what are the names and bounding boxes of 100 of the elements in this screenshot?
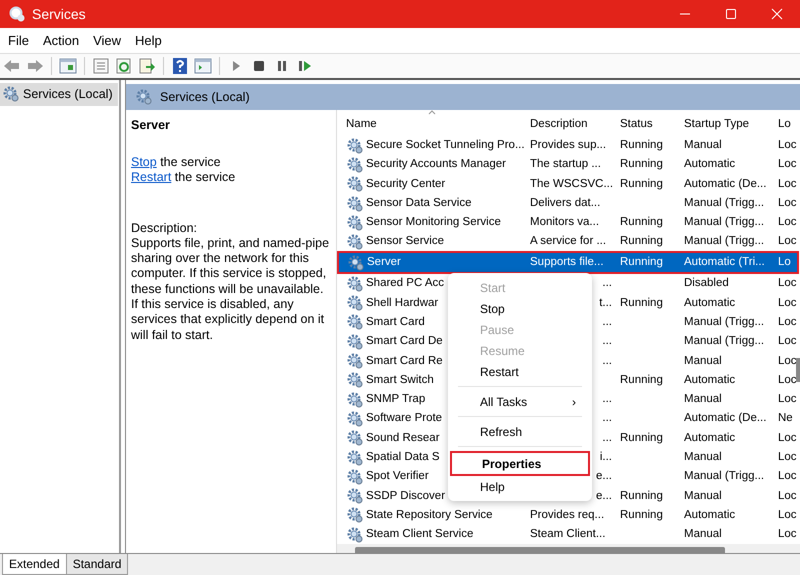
menu-item[interactable]: Refresh [450, 421, 590, 442]
gear-icon [136, 89, 152, 105]
menu-item[interactable]: Properties [450, 451, 590, 476]
service-name: Smart Card Re [366, 354, 443, 369]
table-cell: Manual [684, 354, 722, 367]
service-name: Sound Resear [366, 430, 440, 446]
submenu-arrow: › [572, 394, 576, 411]
action-link[interactable]: Restart [131, 170, 172, 184]
table-cell: Running [620, 432, 663, 444]
table-cell: Manual [684, 139, 722, 152]
gear-icon [348, 254, 364, 271]
tree-item[interactable]: Services (Local) [0, 83, 118, 106]
description-text: Supports file, print, and named-pipe sharing over the network for this computer. If this service is stopped, these functions will be unavailable. If this service is disabled, any services that explicitly depend on it will fail to start. [131, 236, 330, 343]
window-title: Services [32, 4, 86, 24]
service-name: Security Accounts Manager [366, 157, 506, 172]
table-cell: e... [596, 470, 612, 482]
table-cell: Running [620, 374, 663, 386]
table-cell: Delivers dat... [530, 197, 600, 210]
table-cell: Ne [778, 412, 793, 424]
table-cell: Running [620, 178, 663, 190]
gear-icon [3, 86, 19, 102]
maximize-icon[interactable] [725, 8, 737, 20]
table-cell: Automatic (De... [684, 178, 766, 190]
table-cell: Running [620, 235, 663, 248]
table-cell: Running [620, 256, 663, 268]
menu-item[interactable]: Action [36, 30, 86, 52]
menu-item[interactable]: Stop [450, 298, 590, 320]
gear-icon [347, 176, 363, 192]
service-name: Smart Card De [366, 334, 443, 350]
menu-item[interactable]: Restart [450, 361, 590, 382]
action-pane-icon[interactable] [194, 57, 212, 75]
table-cell: e... [596, 490, 612, 502]
gear-icon [347, 430, 363, 446]
table-cell: Loc [778, 528, 797, 540]
table-cell: Loc [778, 508, 797, 521]
table-cell: Loc [778, 277, 797, 290]
forward-arrow-icon[interactable] [26, 57, 44, 75]
table-cell: Manual [684, 451, 722, 463]
column-header[interactable]: Startup Type [678, 110, 772, 136]
action-link[interactable]: Stop [131, 154, 157, 169]
close-icon[interactable] [771, 8, 783, 20]
refresh-icon[interactable] [115, 57, 133, 75]
menu-item[interactable]: Help [450, 476, 590, 498]
table-cell: Loc [778, 197, 797, 210]
menu-item[interactable]: File [2, 30, 35, 52]
table-cell: Automatic [684, 508, 736, 521]
gear-icon [347, 234, 363, 250]
table-cell: Provides sup... [530, 139, 606, 152]
service-name: Server [367, 255, 401, 270]
table-cell: Disabled [684, 277, 729, 290]
column-header[interactable]: Description [524, 110, 614, 136]
service-title: Server [131, 117, 171, 134]
action-sentence: Restart the service [131, 170, 236, 185]
service-name: Smart Switch [366, 372, 434, 388]
table-cell: ... [602, 354, 612, 367]
back-arrow-icon[interactable] [3, 57, 21, 75]
table-cell: The WSCSVC... [530, 178, 614, 190]
selected-row[interactable]: Server Supports file... Running Automatic (Tri... Lo [338, 252, 798, 274]
table-cell: Loc [778, 490, 797, 502]
table-cell: Running [620, 139, 663, 152]
console-tree-icon[interactable] [59, 57, 77, 75]
vertical-scrollbar[interactable] [796, 358, 800, 382]
table-cell: Loc [778, 432, 797, 444]
table-cell: Supports file... [530, 256, 604, 268]
service-name: Software Prote [366, 411, 442, 426]
gear-icon [347, 468, 363, 485]
table-cell: Automatic (De... [684, 412, 766, 424]
table-cell: Manual (Trigg... [684, 197, 764, 210]
column-header[interactable]: Name [346, 118, 377, 130]
table-cell: Loc [778, 335, 797, 348]
table-cell: Steam Client... [530, 528, 606, 540]
properties-icon[interactable] [92, 57, 110, 75]
services-icon [8, 5, 26, 23]
service-name: Secure Socket Tunneling Pro... [366, 138, 524, 154]
view-tab[interactable]: Extended [2, 554, 67, 575]
export-icon[interactable] [138, 57, 156, 75]
table-cell: Loc [778, 139, 797, 152]
menu-item[interactable]: View [87, 30, 128, 52]
table-cell: ... [602, 412, 612, 424]
view-tab[interactable]: Standard [66, 554, 128, 575]
service-name: SSDP Discover [366, 488, 446, 504]
table-cell: Loc [778, 374, 797, 386]
submenu-item[interactable]: All Tasks › [450, 391, 590, 412]
gear-icon [347, 372, 363, 388]
table-cell: Running [620, 216, 663, 228]
help-icon[interactable] [171, 57, 189, 75]
table-cell: Loc [778, 470, 797, 482]
service-name: SNMP Trap [366, 392, 426, 408]
column-header[interactable]: Lo [772, 110, 798, 136]
table-cell: Loc [778, 451, 797, 463]
table-cell: ... [602, 393, 612, 406]
service-name: Steam Client Service [366, 527, 474, 542]
gear-icon [347, 392, 363, 408]
table-cell: Automatic [684, 158, 736, 170]
service-name: Sensor Data Service [366, 196, 472, 212]
gear-icon [347, 156, 363, 173]
menu-item[interactable]: Help [129, 30, 168, 52]
table-cell: Automatic (Tri... [684, 256, 765, 268]
column-header[interactable]: Status [614, 110, 678, 136]
table-cell: A service for ... [530, 235, 606, 248]
